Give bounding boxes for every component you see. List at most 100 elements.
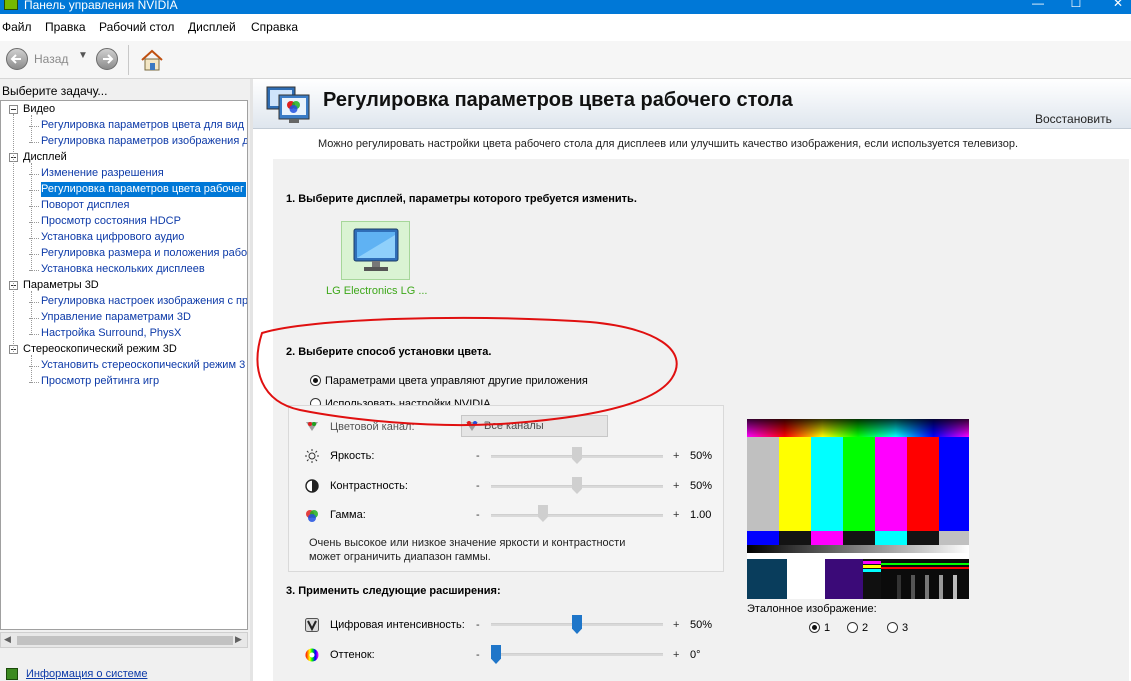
close-button[interactable]: ✕ — [1110, 0, 1126, 12]
reference-radio-1-label[interactable]: 1 — [824, 622, 830, 634]
scroll-left-icon[interactable]: ◀ — [4, 634, 11, 645]
tree-item[interactable]: Просмотр рейтинга игр — [41, 374, 159, 389]
arrow-right-icon — [103, 54, 114, 64]
tree-item[interactable]: Поворот дисплея — [41, 198, 129, 213]
nvidia-app-icon — [4, 0, 18, 10]
digital-vibrance-icon — [305, 618, 319, 632]
menu-help[interactable]: Справка — [251, 20, 298, 34]
tree-connector — [31, 291, 32, 335]
tree-item[interactable]: Просмотр состояния HDCP — [41, 214, 181, 229]
restore-defaults-link[interactable]: Восстановить — [1035, 112, 1112, 126]
chevron-down-icon[interactable]: ▼ — [78, 50, 88, 61]
hue-slider-track[interactable] — [491, 653, 663, 656]
tree-category[interactable]: Стереоскопический режим 3D — [23, 342, 177, 357]
menu-desktop[interactable]: Рабочий стол — [99, 20, 174, 34]
reference-radio-2-label[interactable]: 2 — [862, 622, 868, 634]
section-color-method: 2. Выберите способ установки цвета. — [286, 346, 492, 358]
tree-item[interactable]: Установить стереоскопический режим 3 — [41, 358, 245, 373]
tree-item[interactable]: Установка цифрового аудио — [41, 230, 184, 245]
section-enhancements: 3. Применить следующие расширения: — [286, 585, 501, 597]
menu-display[interactable]: Дисплей — [188, 20, 236, 34]
tree-item[interactable]: Изменение разрешения — [41, 166, 164, 181]
gamma-label: Гамма: — [330, 509, 366, 521]
system-info-icon — [6, 668, 18, 680]
color-channel-label: Цветовой канал: — [330, 421, 415, 433]
tree-category[interactable]: Дисплей — [23, 150, 67, 165]
color-channel-select[interactable]: Все каналы ▾ — [461, 415, 608, 437]
tree-item[interactable]: Регулировка параметров цвета для вид — [41, 118, 244, 133]
arrow-left-icon — [10, 54, 21, 64]
tree-connector — [31, 163, 32, 271]
home-icon[interactable] — [140, 48, 164, 72]
scroll-thumb[interactable] — [17, 636, 233, 645]
tree-connector — [31, 355, 32, 383]
task-pane-title: Выберите задачу... — [2, 84, 108, 98]
tree-connector — [31, 115, 32, 143]
hue-value: 0° — [690, 649, 701, 661]
desktop-color-icon — [266, 86, 310, 123]
contrast-value: 50% — [690, 480, 713, 492]
tree-item[interactable]: Регулировка размера и положения рабо — [41, 246, 247, 261]
monitor-icon — [353, 228, 399, 271]
collapse-icon[interactable] — [9, 105, 18, 114]
maximize-button[interactable]: ☐ — [1068, 0, 1084, 12]
scroll-right-icon[interactable]: ▶ — [235, 634, 242, 645]
digital-vibrance-label: Цифровая интенсивность: — [330, 619, 465, 631]
forward-button[interactable] — [96, 48, 118, 70]
vibrance-value: 50% — [690, 619, 713, 631]
menu-file[interactable]: Файл — [2, 20, 32, 34]
hue-label: Оттенок: — [330, 649, 375, 661]
settings-content: 1. Выберите дисплей, параметры которого … — [273, 159, 1129, 681]
task-tree: Видео Регулировка параметров цвета для ви… — [0, 100, 248, 630]
window-title: Панель управления NVIDIA — [24, 0, 178, 12]
contrast-minus: - — [476, 480, 480, 492]
hue-icon — [305, 648, 319, 662]
reference-test-pattern — [747, 419, 969, 599]
vibrance-minus: - — [476, 619, 480, 631]
title-bar: Панель управления NVIDIA — ☐ ✕ — [0, 0, 1131, 14]
menu-edit[interactable]: Правка — [45, 20, 86, 34]
brightness-label: Яркость: — [330, 450, 375, 462]
display-tile-selected[interactable] — [341, 221, 410, 280]
tree-item[interactable]: Регулировка параметров цвета рабочег — [41, 182, 247, 197]
gamma-slider-track[interactable] — [491, 514, 663, 517]
main-panel: Регулировка параметров цвета рабочего ст… — [253, 79, 1131, 681]
radio-other-apps[interactable] — [310, 375, 321, 386]
tree-item[interactable]: Регулировка параметров изображения д — [41, 134, 247, 149]
tree-item[interactable]: Регулировка настроек изображения с пр — [41, 294, 247, 309]
reference-radio-3-label[interactable]: 3 — [902, 622, 908, 634]
tree-item[interactable]: Установка нескольких дисплеев — [41, 262, 205, 277]
reference-radio-3[interactable] — [887, 622, 898, 633]
gamma-plus: + — [673, 509, 680, 521]
hue-plus: + — [673, 649, 680, 661]
task-pane-header: Выберите задачу... — [0, 82, 250, 100]
back-button[interactable] — [6, 48, 28, 70]
gamma-icon — [306, 510, 318, 522]
tree-item[interactable]: Управление параметрами 3D — [41, 310, 191, 325]
tree-category[interactable]: Параметры 3D — [23, 278, 99, 293]
toolbar: Назад ▼ — [0, 41, 1131, 79]
gamma-value: 1.00 — [690, 509, 712, 521]
contrast-icon — [305, 479, 319, 493]
toolbar-separator — [128, 45, 129, 75]
back-label: Назад — [34, 52, 69, 66]
reference-radio-1[interactable] — [809, 622, 820, 633]
gamma-range-note: Очень высокое или низкое значение яркост… — [309, 537, 626, 563]
reference-radio-2[interactable] — [847, 622, 858, 633]
minimize-button[interactable]: — — [1030, 0, 1046, 12]
brightness-minus: - — [476, 450, 480, 462]
chevron-down-icon: ▾ — [484, 419, 490, 430]
tree-category[interactable]: Видео — [23, 102, 55, 117]
page-header: Регулировка параметров цвета рабочего ст… — [253, 79, 1131, 129]
radio-other-apps-label[interactable]: Параметрами цвета управляют другие прило… — [325, 375, 588, 387]
reference-image-label: Эталонное изображение: — [747, 603, 877, 615]
tree-item[interactable]: Настройка Surround, PhysX — [41, 326, 181, 341]
system-info-link[interactable]: Информация о системе — [26, 668, 147, 680]
menu-bar: Файл Правка Рабочий стол Дисплей Справка — [0, 14, 1131, 41]
contrast-label: Контрастность: — [330, 480, 408, 492]
tree-horizontal-scrollbar[interactable]: ◀ ▶ — [0, 632, 248, 648]
vibrance-plus: + — [673, 619, 680, 631]
page-title: Регулировка параметров цвета рабочего ст… — [323, 89, 793, 111]
gamma-minus: - — [476, 509, 480, 521]
display-name: LG Electronics LG ... — [326, 285, 428, 297]
